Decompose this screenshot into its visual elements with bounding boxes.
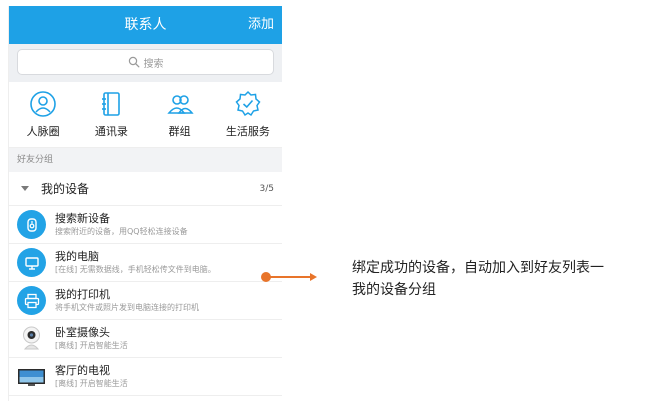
quick-actions: 人脉圈 通讯录 群组 生活服务	[9, 82, 282, 148]
search-icon	[128, 56, 139, 68]
printer-icon	[24, 293, 39, 308]
section-label: 好友分组	[9, 148, 282, 172]
quick-action-life-service[interactable]: 生活服务	[214, 82, 282, 147]
device-name: 搜索新设备	[55, 212, 110, 225]
avatar	[17, 248, 46, 277]
avatar	[17, 324, 46, 353]
avatar	[17, 286, 46, 315]
quick-action-label: 通讯录	[94, 125, 128, 138]
group-count: 3/5	[259, 183, 274, 194]
device-name: 我的电脑	[55, 250, 99, 263]
page-title: 联系人	[124, 17, 167, 33]
search-input[interactable]: 搜索	[17, 49, 274, 75]
quick-action-people-circle[interactable]: 人脉圈	[9, 82, 77, 147]
annotation-text: 绑定成功的设备，自动加入到好友列表一 我的设备分组	[352, 257, 652, 301]
search-bar: 搜索	[9, 44, 282, 82]
device-subtitle: [离线] 开启智能生活	[55, 341, 128, 350]
tv-icon	[18, 369, 45, 386]
device-subtitle: 搜索附近的设备，用QQ轻松连接设备	[55, 227, 188, 236]
caret-down-icon	[21, 186, 29, 191]
annotation-line: 绑定成功的设备，自动加入到好友列表一	[352, 260, 604, 276]
quick-action-label: 生活服务	[225, 125, 270, 138]
device-subtitle: 将手机文件或照片发到电脑连接的打印机	[55, 303, 199, 312]
device-name: 卧室摄像头	[55, 326, 110, 339]
group-name: 我的设备	[41, 182, 90, 196]
contacts-screen: 联系人 添加 搜索 人脉圈 通讯录 群组 生活服务 好友分组 我的设备 3/5 …	[8, 6, 282, 401]
quick-action-label: 人脉圈	[26, 125, 60, 138]
quick-action-group[interactable]: 群组	[146, 82, 214, 147]
search-placeholder: 搜索	[143, 58, 164, 70]
connector-arrow	[261, 272, 317, 282]
device-subtitle: [在线] 无需数据线，手机轻松传文件到电脑。	[55, 265, 216, 274]
group-icon	[166, 95, 194, 114]
annotation-line: 我的设备分组	[352, 282, 436, 298]
people-circle-icon	[30, 91, 56, 117]
device-item-printer[interactable]: 我的打印机 将手机文件或照片发到电脑连接的打印机	[9, 282, 282, 320]
avatar	[17, 362, 46, 391]
camera-icon	[23, 326, 40, 350]
device-name: 客厅的电视	[55, 364, 110, 377]
life-service-icon	[235, 90, 261, 117]
device-item-tv[interactable]: 客厅的电视 [离线] 开启智能生活	[9, 358, 282, 396]
device-name: 我的打印机	[55, 288, 110, 301]
device-item-computer[interactable]: 我的电脑 [在线] 无需数据线，手机轻松传文件到电脑。	[9, 244, 282, 282]
device-item-camera[interactable]: 卧室摄像头 [离线] 开启智能生活	[9, 320, 282, 358]
computer-icon	[24, 256, 39, 270]
avatar	[17, 210, 46, 239]
device-item-search[interactable]: 搜索新设备 搜索附近的设备，用QQ轻松连接设备	[9, 206, 282, 244]
device-list: 搜索新设备 搜索附近的设备，用QQ轻松连接设备 我的电脑 [在线] 无需数据线，…	[9, 206, 282, 396]
add-button[interactable]: 添加	[248, 6, 274, 44]
device-subtitle: [离线] 开启智能生活	[55, 379, 128, 388]
address-book-icon	[102, 92, 121, 116]
quick-action-label: 群组	[168, 125, 191, 138]
search-device-icon	[26, 217, 37, 232]
nav-bar: 联系人 添加	[9, 6, 282, 44]
quick-action-address-book[interactable]: 通讯录	[77, 82, 145, 147]
group-header-my-devices[interactable]: 我的设备 3/5	[9, 172, 282, 206]
